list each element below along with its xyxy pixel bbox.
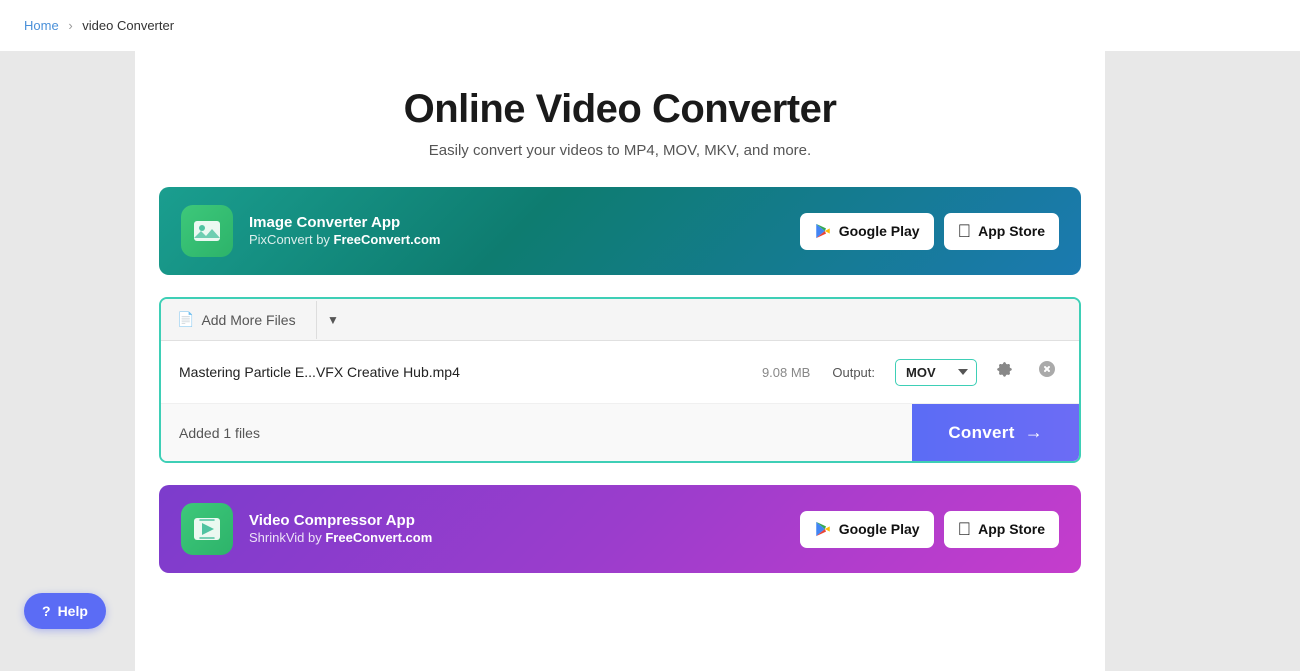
add-files-label: Add More Files — [201, 312, 295, 328]
sidebar-left — [0, 51, 135, 671]
video-app-store-label: App Store — [978, 521, 1045, 537]
image-google-play-button[interactable]: Google Play — [800, 213, 934, 250]
converter-area: 📄 Add More Files ▼ Mastering Particle E.… — [159, 297, 1081, 463]
help-icon: ? — [42, 603, 51, 619]
video-compressor-buttons: Google Play  App Store — [800, 511, 1059, 548]
video-app-store-button[interactable]:  App Store — [944, 511, 1059, 548]
files-added-text: Added 1 files — [161, 425, 912, 441]
image-google-play-label: Google Play — [839, 223, 920, 239]
video-compressor-icon — [181, 503, 233, 555]
image-converter-buttons: Google Play  App Store — [800, 213, 1059, 250]
breadcrumb-home[interactable]: Home — [24, 18, 59, 33]
page-subtitle: Easily convert your videos to MP4, MOV, … — [159, 142, 1081, 159]
add-files-bar: 📄 Add More Files ▼ — [161, 299, 1079, 341]
remove-file-button[interactable] — [1033, 355, 1061, 389]
image-converter-name: Image Converter App — [249, 214, 800, 231]
image-app-store-label: App Store — [978, 223, 1045, 239]
video-google-play-button[interactable]: Google Play — [800, 511, 934, 548]
convert-bar: Added 1 files Convert → — [161, 404, 1079, 461]
video-google-play-label: Google Play — [839, 521, 920, 537]
breadcrumb: Home › video Converter — [0, 0, 1300, 51]
image-app-store-button[interactable]:  App Store — [944, 213, 1059, 250]
output-format-select[interactable]: MOV MP4 MKV AVI WMV FLV WEBM — [895, 359, 977, 386]
close-icon — [1037, 359, 1057, 379]
apple-icon:  — [958, 221, 972, 242]
image-converter-sub: PixConvert by FreeConvert.com — [249, 232, 440, 247]
convert-label: Convert — [948, 423, 1014, 443]
file-size: 9.08 MB — [762, 365, 810, 380]
convert-button[interactable]: Convert → — [912, 404, 1079, 461]
help-label: Help — [58, 603, 88, 619]
google-play-icon-2 — [814, 520, 832, 538]
add-files-dropdown-button[interactable]: ▼ — [316, 301, 349, 339]
file-name: Mastering Particle E...VFX Creative Hub.… — [179, 364, 748, 380]
convert-arrow-icon: → — [1025, 422, 1043, 443]
output-label: Output: — [832, 365, 875, 380]
page-title: Online Video Converter — [159, 87, 1081, 132]
image-converter-icon — [181, 205, 233, 257]
file-row: Mastering Particle E...VFX Creative Hub.… — [161, 341, 1079, 404]
image-converter-text: Image Converter App PixConvert by FreeCo… — [249, 214, 800, 249]
content-area: Online Video Converter Easily convert yo… — [135, 51, 1105, 671]
video-compressor-name: Video Compressor App — [249, 512, 800, 529]
video-compressor-sub: ShrinkVid by FreeConvert.com — [249, 530, 432, 545]
video-compressor-text: Video Compressor App ShrinkVid by FreeCo… — [249, 512, 800, 547]
google-play-icon — [814, 222, 832, 240]
apple-icon-2:  — [958, 519, 972, 540]
settings-button[interactable] — [991, 356, 1019, 389]
breadcrumb-separator: › — [68, 18, 72, 33]
add-files-button[interactable]: 📄 Add More Files — [161, 299, 312, 340]
main-wrapper: Online Video Converter Easily convert yo… — [0, 51, 1300, 671]
sidebar-right — [1105, 51, 1300, 671]
file-plus-icon: 📄 — [177, 311, 194, 328]
video-compressor-banner: Video Compressor App ShrinkVid by FreeCo… — [159, 485, 1081, 573]
help-button[interactable]: ? Help — [24, 593, 106, 629]
gear-icon — [995, 360, 1015, 380]
image-converter-banner: Image Converter App PixConvert by FreeCo… — [159, 187, 1081, 275]
chevron-down-icon: ▼ — [327, 313, 339, 327]
breadcrumb-current: video Converter — [82, 18, 174, 33]
